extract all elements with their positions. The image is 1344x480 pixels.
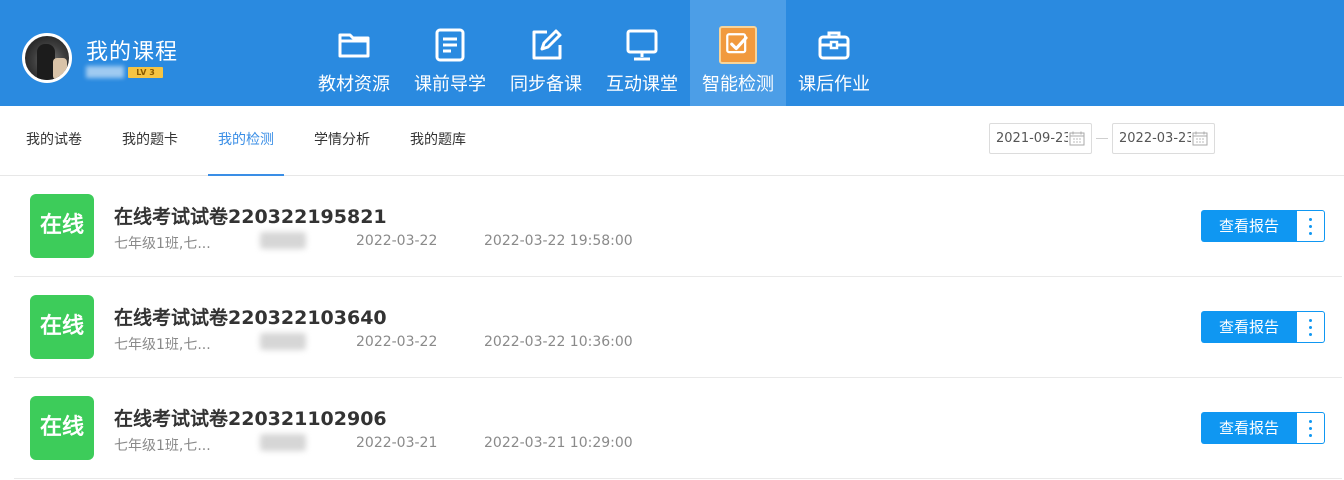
sub-tab-bar: 我的试卷 我的题卡 我的检测 学情分析 我的题库 2021-09-23 2022…: [0, 106, 1344, 176]
briefcase-icon: [818, 31, 850, 60]
tab-my-cards[interactable]: 我的题卡: [112, 106, 188, 176]
tab-my-papers[interactable]: 我的试卷: [16, 106, 92, 176]
view-report-button[interactable]: 查看报告: [1201, 311, 1297, 343]
nav-label: 课前导学: [414, 74, 486, 95]
exam-datetime: 2022-03-22 10:36:00: [484, 334, 633, 350]
blurred-info: [260, 333, 306, 350]
nav-item-smart-test[interactable]: 智能检测: [690, 0, 786, 106]
more-dot: [1309, 326, 1312, 329]
more-options-button[interactable]: [1297, 412, 1325, 444]
folder-icon: [338, 33, 370, 58]
calendar-icon: [1069, 131, 1085, 146]
edit-icon: [532, 29, 562, 60]
start-date-value: 2021-09-23: [996, 131, 1068, 146]
exam-date: 2022-03-22: [356, 233, 438, 249]
nav-item-preview[interactable]: 课前导学: [402, 0, 498, 106]
nav-label: 智能检测: [702, 74, 774, 95]
more-dot: [1309, 427, 1312, 430]
end-date-value: 2022-03-23: [1119, 131, 1191, 146]
more-options-button[interactable]: [1297, 210, 1325, 242]
blurred-info: [260, 434, 306, 451]
more-dot: [1309, 319, 1312, 322]
user-avatar[interactable]: [22, 33, 72, 83]
more-dot: [1309, 420, 1312, 423]
view-report-button[interactable]: 查看报告: [1201, 210, 1297, 242]
nav-item-lesson-prep[interactable]: 同步备课: [498, 0, 594, 106]
exam-class: 七年级1班,七...: [114, 438, 211, 454]
exam-class: 七年级1班,七...: [114, 337, 211, 353]
nav-item-classroom[interactable]: 互动课堂: [594, 0, 690, 106]
exam-title[interactable]: 在线考试试卷220321102906: [114, 404, 387, 431]
checkbox-icon: [719, 26, 757, 64]
course-title[interactable]: 我的课程: [86, 34, 178, 66]
level-badge: LV 3: [128, 67, 163, 78]
report-button-group: 查看报告: [1201, 412, 1325, 444]
top-header: 我的课程 LV 3 教材资源 课前导学 同步备课 互动课堂 智能检测 课后作业: [0, 0, 1344, 106]
report-button-group: 查看报告: [1201, 311, 1325, 343]
online-tag: 在线: [30, 396, 94, 460]
exam-title[interactable]: 在线考试试卷220322103640: [114, 303, 387, 330]
exam-date: 2022-03-21: [356, 435, 438, 451]
online-tag: 在线: [30, 295, 94, 359]
exam-datetime: 2022-03-21 10:29:00: [484, 435, 633, 451]
more-options-button[interactable]: [1297, 311, 1325, 343]
exam-row[interactable]: 在线 在线考试试卷220322103640 七年级1班,七... 2022-03…: [14, 277, 1342, 378]
tab-analysis[interactable]: 学情分析: [304, 106, 380, 176]
monitor-icon: [626, 29, 658, 61]
exam-class: 七年级1班,七...: [114, 236, 211, 252]
more-dot: [1309, 232, 1312, 235]
avatar-figure-2: [53, 58, 67, 80]
nav-label: 同步备课: [510, 74, 582, 95]
view-report-button[interactable]: 查看报告: [1201, 412, 1297, 444]
nav-item-homework[interactable]: 课后作业: [786, 0, 882, 106]
exam-date: 2022-03-22: [356, 334, 438, 350]
nav-label: 课后作业: [798, 74, 870, 95]
date-separator: [1096, 138, 1108, 139]
blurred-info: [260, 232, 306, 249]
more-dot: [1309, 434, 1312, 437]
online-tag: 在线: [30, 194, 94, 258]
more-dot: [1309, 218, 1312, 221]
start-date-input[interactable]: 2021-09-23: [989, 123, 1092, 154]
exam-datetime: 2022-03-22 19:58:00: [484, 233, 633, 249]
calendar-icon: [1192, 131, 1208, 146]
blurred-username: [86, 66, 124, 78]
more-dot: [1309, 225, 1312, 228]
nav-item-textbook[interactable]: 教材资源: [306, 0, 402, 106]
exam-row[interactable]: 在线 在线考试试卷220322195821 七年级1班,七... 2022-03…: [14, 176, 1342, 277]
tab-my-tests[interactable]: 我的检测: [208, 106, 284, 176]
main-nav: 教材资源 课前导学 同步备课 互动课堂 智能检测 课后作业: [306, 0, 882, 106]
report-button-group: 查看报告: [1201, 210, 1325, 242]
more-dot: [1309, 333, 1312, 336]
nav-label: 教材资源: [318, 74, 390, 95]
exam-title[interactable]: 在线考试试卷220322195821: [114, 202, 387, 229]
nav-label: 互动课堂: [606, 74, 678, 95]
end-date-input[interactable]: 2022-03-23: [1112, 123, 1215, 154]
tab-question-bank[interactable]: 我的题库: [400, 106, 476, 176]
exam-row[interactable]: 在线 在线考试试卷220321102906 七年级1班,七... 2022-03…: [14, 378, 1342, 479]
document-icon: [435, 28, 465, 62]
